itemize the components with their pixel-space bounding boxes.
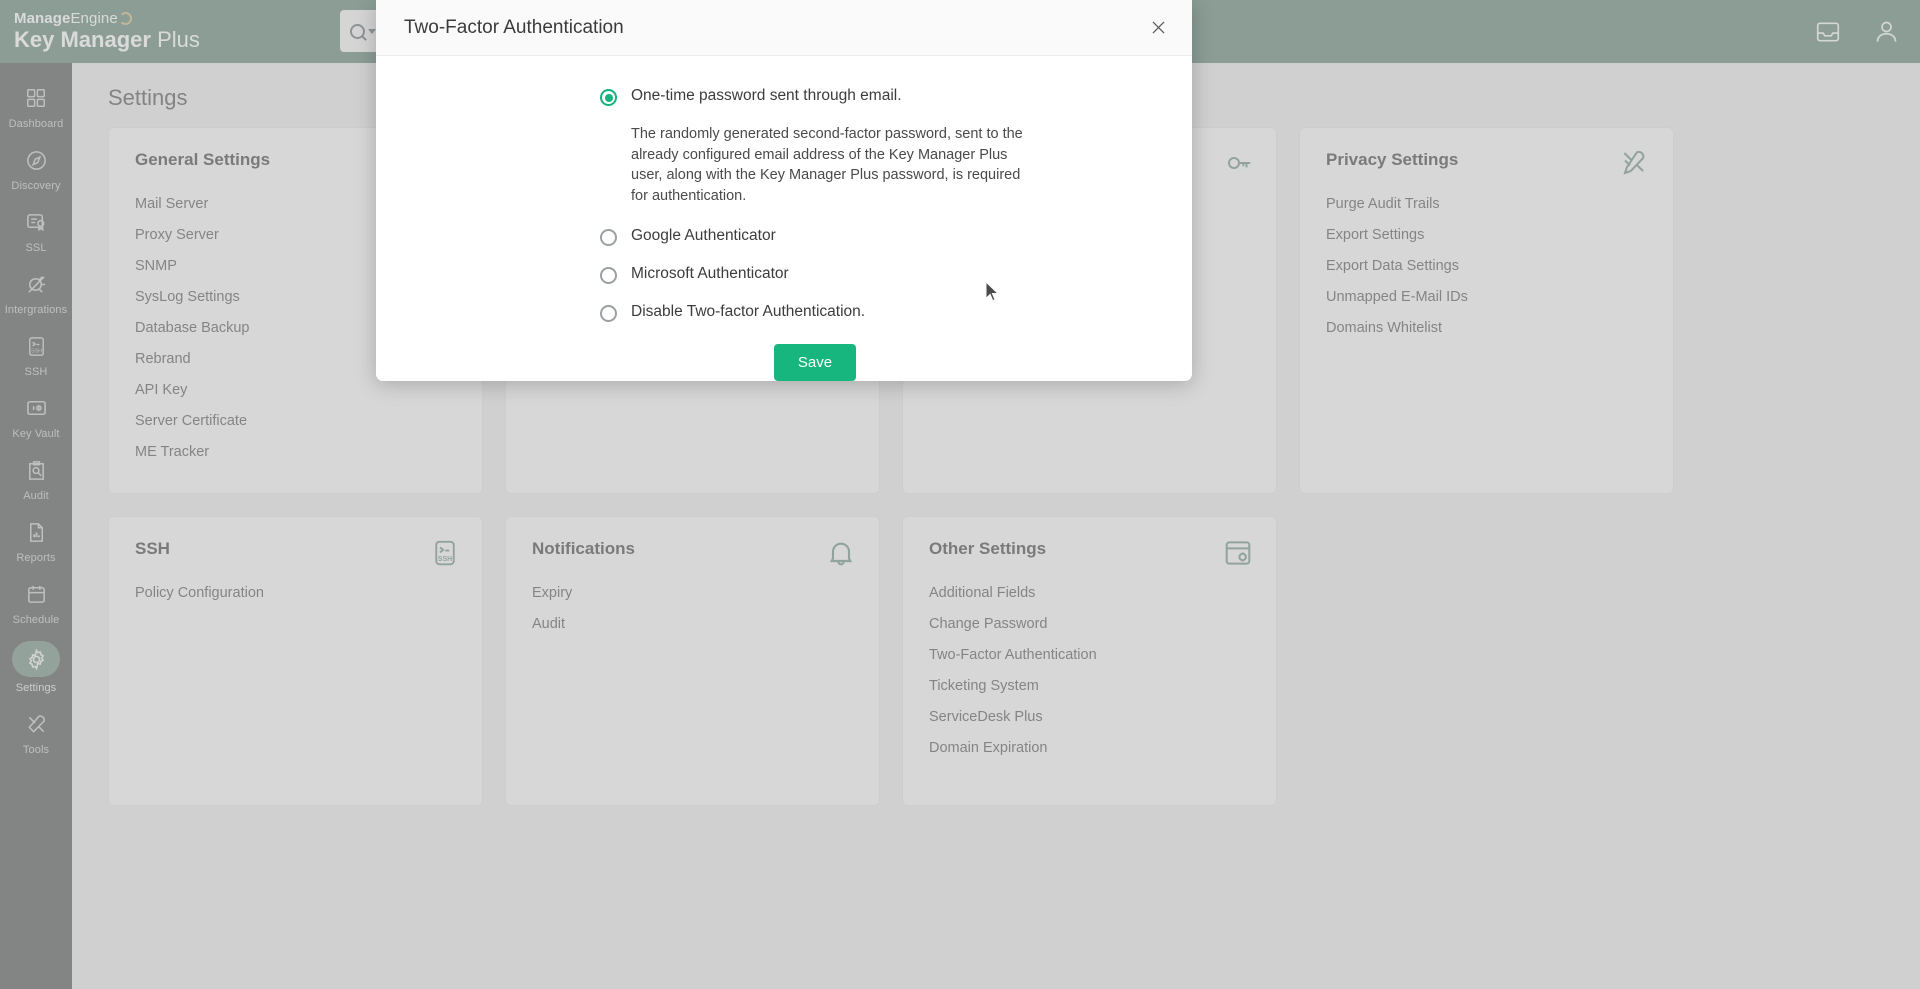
- radio-disable-two-factor[interactable]: [600, 305, 617, 322]
- option-microsoft-authenticator[interactable]: Microsoft Authenticator: [600, 264, 1030, 284]
- option-otp-email[interactable]: One-time password sent through email.: [600, 86, 1030, 106]
- option-label: Disable Two-factor Authentication.: [631, 302, 865, 322]
- radio-otp-email[interactable]: [600, 89, 617, 106]
- dialog-title: Two-Factor Authentication: [404, 17, 1143, 39]
- option-description: The randomly generated second-factor pas…: [631, 124, 1031, 206]
- app-root: ManageEngine Key Manager Plus: [0, 0, 1920, 989]
- save-button[interactable]: Save: [774, 344, 856, 381]
- option-label: One-time password sent through email.: [631, 86, 902, 106]
- option-google-authenticator[interactable]: Google Authenticator: [600, 226, 1030, 246]
- radio-google-authenticator[interactable]: [600, 229, 617, 246]
- modal-overlay: Two-Factor Authentication One-time passw…: [0, 0, 1920, 989]
- dialog-header: Two-Factor Authentication: [376, 0, 1192, 56]
- option-label: Google Authenticator: [631, 226, 776, 246]
- two-factor-authentication-dialog: Two-Factor Authentication One-time passw…: [376, 0, 1192, 381]
- option-label: Microsoft Authenticator: [631, 264, 789, 284]
- radio-microsoft-authenticator[interactable]: [600, 267, 617, 284]
- dialog-body: One-time password sent through email. Th…: [376, 56, 1192, 381]
- close-icon[interactable]: [1143, 12, 1174, 43]
- two-factor-options-group: One-time password sent through email. Th…: [600, 86, 1030, 381]
- option-disable-two-factor[interactable]: Disable Two-factor Authentication.: [600, 302, 1030, 322]
